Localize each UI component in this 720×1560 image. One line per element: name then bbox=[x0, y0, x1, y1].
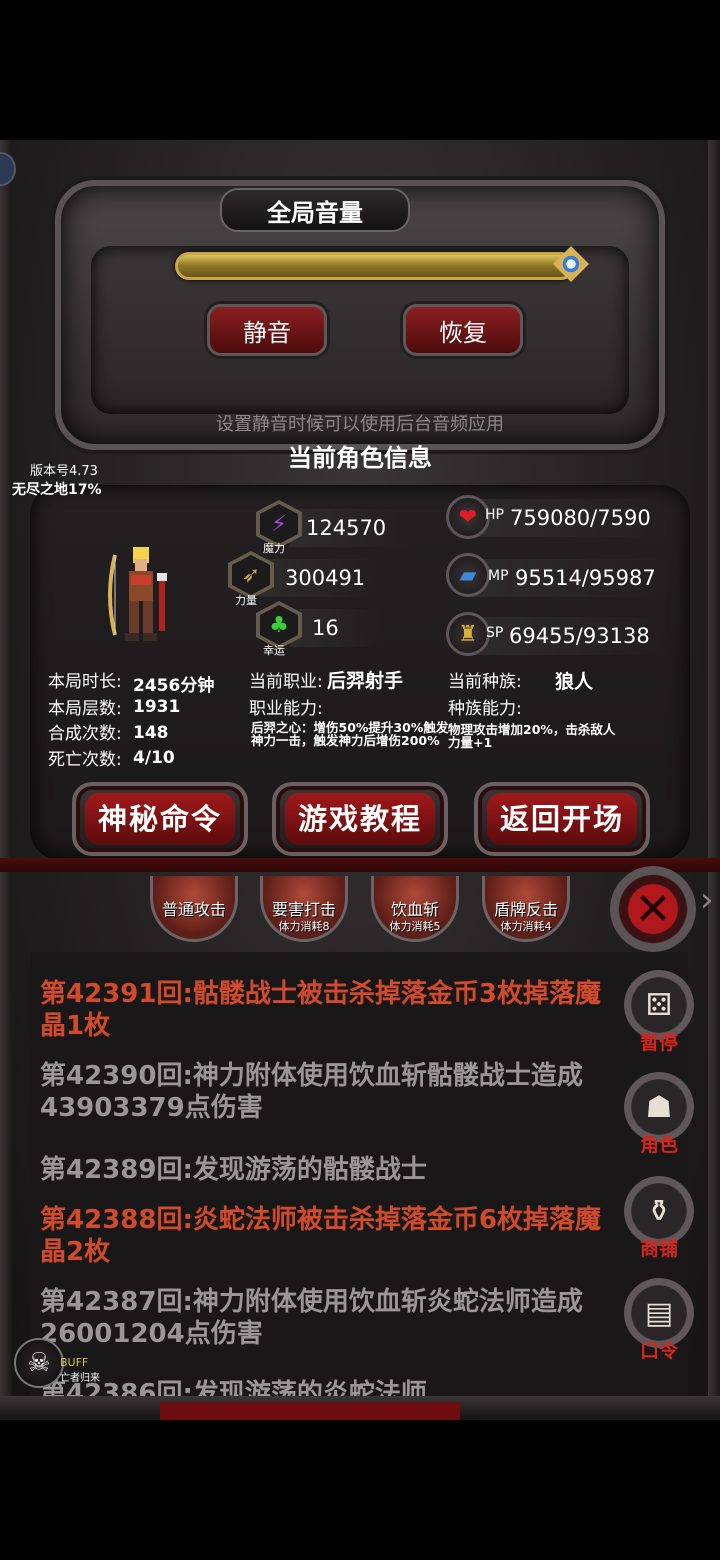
endless-progress: 无尽之地17% bbox=[12, 482, 102, 498]
log-entry: 第42386回:发现游荡的炎蛇法师 bbox=[40, 1379, 427, 1396]
character-sprite bbox=[108, 547, 167, 641]
character-section-title: 当前角色信息 bbox=[288, 444, 432, 472]
heart-icon: ❤ bbox=[446, 495, 490, 539]
merges-value: 148 bbox=[133, 723, 169, 743]
deaths-value: 4/10 bbox=[133, 748, 175, 768]
floors-value: 1931 bbox=[133, 697, 181, 717]
log-entry: 第42388回:炎蛇法师被击杀掉落金币6枚掉落魔晶2枚 bbox=[40, 1205, 601, 1267]
version-label: 版本号4.73 bbox=[30, 464, 98, 479]
skill-critical-strike[interactable]: 要害打击 体力消耗8 bbox=[260, 876, 348, 942]
hp-value: 759080/7590 bbox=[510, 506, 651, 530]
tutorial-button[interactable]: 游戏教程 bbox=[272, 782, 448, 856]
log-entry: 第42391回:骷髅战士被击杀掉落金币3枚掉落魔晶1枚 bbox=[40, 979, 601, 1041]
skill-shield-counter[interactable]: 盾牌反击 体力消耗4 bbox=[482, 876, 570, 942]
mp-icon: ▰ bbox=[446, 553, 490, 597]
class-value: 后羿射手 bbox=[327, 670, 404, 692]
race-value: 狼人 bbox=[555, 671, 594, 693]
close-icon[interactable]: ✕ bbox=[610, 866, 696, 952]
race-ability-text: 物理攻击增加20%，击杀敌人力量+1 bbox=[448, 722, 616, 750]
sp-icon: ♜ bbox=[446, 612, 490, 656]
command-label[interactable]: 口令 bbox=[624, 1336, 694, 1363]
skill-blood-slash[interactable]: 饮血斩 体力消耗5 bbox=[371, 876, 459, 942]
restore-button[interactable]: 恢复 bbox=[403, 304, 523, 356]
sp-value: 69455/93138 bbox=[509, 624, 650, 648]
shop-label[interactable]: 商铺 bbox=[624, 1234, 694, 1261]
mute-button[interactable]: 静音 bbox=[207, 304, 327, 356]
bottom-red-bar bbox=[160, 1402, 460, 1420]
duration-value: 2456分钟 bbox=[133, 676, 215, 696]
frame-left bbox=[0, 140, 12, 1420]
pause-label[interactable]: 暂停 bbox=[624, 1028, 694, 1055]
volume-title: 全局音量 bbox=[267, 198, 363, 227]
magic-value: 124570 bbox=[306, 516, 387, 540]
skull-icon[interactable]: ☠ bbox=[14, 1338, 64, 1388]
luck-value: 16 bbox=[312, 616, 339, 640]
log-entry: 第42390回:神力附体使用饮血斩骷髅战士造成43903379点伤害 bbox=[40, 1061, 583, 1123]
volume-hint: 设置静音时候可以使用后台音频应用 bbox=[216, 414, 504, 435]
role-label[interactable]: 角色 bbox=[624, 1130, 694, 1157]
buff-label: BUFF bbox=[60, 1356, 89, 1369]
log-entry: 第42387回:神力附体使用饮血斩炎蛇法师造成26001204点伤害 bbox=[40, 1287, 583, 1349]
panel-divider bbox=[0, 858, 720, 872]
chevron-right-icon[interactable]: › bbox=[700, 880, 714, 920]
volume-slider[interactable] bbox=[175, 252, 575, 280]
back-to-start-button[interactable]: 返回开场 bbox=[474, 782, 650, 856]
log-entry: 第42389回:发现游荡的骷髅战士 bbox=[40, 1155, 427, 1185]
class-ability-text: 后羿之心：增伤50%提升30%触发神力一击，触发神力后增伤200% bbox=[251, 720, 449, 748]
volume-title-plate: 全局音量 bbox=[220, 188, 410, 232]
secret-command-button[interactable]: 神秘命令 bbox=[72, 782, 248, 856]
strength-value: 300491 bbox=[285, 566, 366, 590]
mp-value: 95514/95987 bbox=[515, 566, 656, 590]
buff-name: 亡者归来 bbox=[60, 1373, 100, 1384]
frame-right bbox=[708, 140, 720, 1420]
game-screen: 全局音量 静音 恢复 设置静音时候可以使用后台音频应用 当前角色信息 版本号4.… bbox=[0, 140, 720, 1420]
